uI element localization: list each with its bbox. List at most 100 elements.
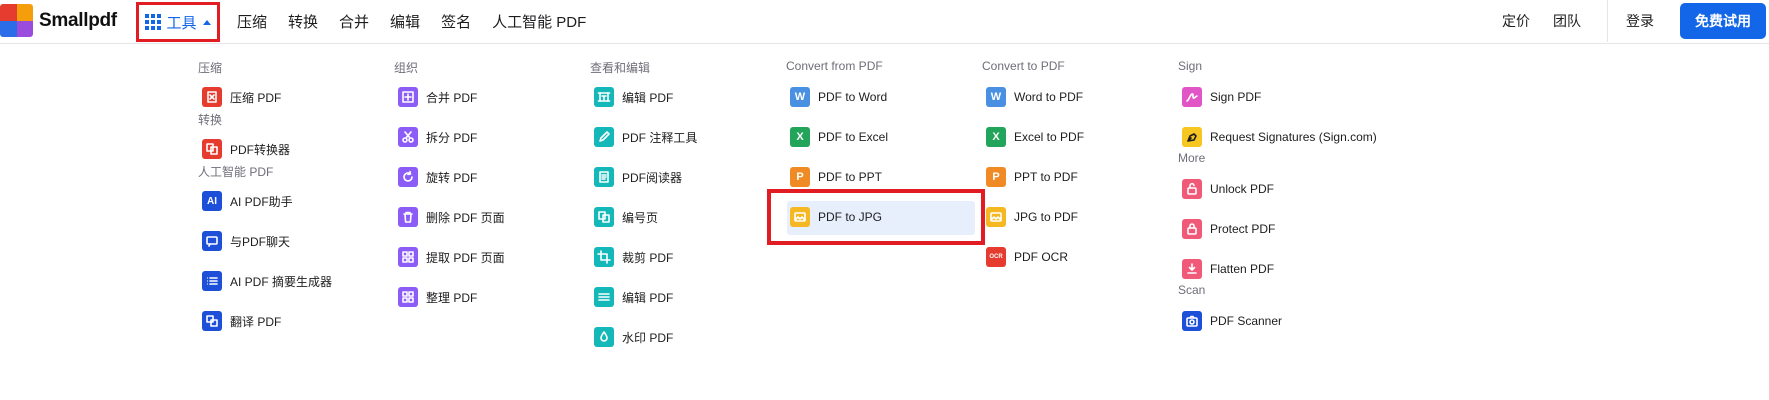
menu-item-label: 提取 PDF 页面 xyxy=(426,250,505,265)
flatten-icon xyxy=(1182,259,1202,279)
menu-item-sign-pdf[interactable]: Sign PDF xyxy=(1176,81,1261,113)
menu-item-pdf-scanner[interactable]: PDF Scanner xyxy=(1176,305,1282,337)
menu-item-excel-to-pdf[interactable]: X Excel to PDF xyxy=(980,121,1084,153)
menu-item-ai-pdf[interactable]: AI AI PDF助手 xyxy=(196,185,293,217)
excel-icon: X xyxy=(790,127,810,147)
menu-item-pdf-to-word[interactable]: W PDF to Word xyxy=(784,81,887,113)
section-title: 组织 xyxy=(394,61,419,75)
pen-nib-icon xyxy=(1182,127,1202,147)
menu-item-jpg-to-pdf[interactable]: JPG to PDF xyxy=(980,201,1078,233)
crop-icon xyxy=(594,247,614,267)
menu-item-label: PPT to PDF xyxy=(1014,170,1078,184)
menu-item-pdf-ocr[interactable]: OCR PDF OCR xyxy=(980,241,1068,273)
menu-item-label: PDF to JPG xyxy=(818,210,883,224)
menu-item-label: JPG to PDF xyxy=(1014,210,1079,224)
reader-icon xyxy=(594,167,614,187)
menu-item-pdf[interactable]: 删除 PDF 页面 xyxy=(392,201,505,233)
nav-ai-pdf[interactable]: 人工智能 PDF xyxy=(492,11,586,32)
nav-convert[interactable]: 转换 xyxy=(288,11,318,32)
signature-icon xyxy=(1182,87,1202,107)
menu-item-pdf[interactable]: 压缩 PDF xyxy=(196,81,281,113)
form-icon xyxy=(594,287,614,307)
excel-icon: X xyxy=(986,127,1006,147)
menu-item-word-to-pdf[interactable]: W Word to PDF xyxy=(980,81,1083,113)
menu-item-label: 旋转 PDF xyxy=(426,170,478,185)
menu-item-pdf[interactable]: 裁剪 PDF xyxy=(588,241,673,273)
ai-icon: AI xyxy=(202,191,222,211)
section-title: Convert from PDF xyxy=(786,59,883,73)
menu-item-pdf-to-ppt[interactable]: P PDF to PPT xyxy=(784,161,882,193)
menu-item-label: PDF to PPT xyxy=(818,170,883,184)
menu-item-pdf-to-excel[interactable]: X PDF to Excel xyxy=(784,121,888,153)
section-title: More xyxy=(1178,151,1206,165)
menu-item-label: 裁剪 PDF xyxy=(622,250,674,265)
menu-item-pdf[interactable]: 旋转 PDF xyxy=(392,161,477,193)
pen-icon xyxy=(594,127,614,147)
team-link[interactable]: 团队 xyxy=(1553,11,1581,31)
menu-item-label: 压缩 PDF xyxy=(230,90,282,105)
menu-item-pdf[interactable]: 合并 PDF xyxy=(392,81,477,113)
organize-icon xyxy=(398,287,418,307)
menu-item-label: Request Signatures (Sign.com) xyxy=(1210,130,1377,144)
menu-item-request-signatures-sign-com[interactable]: Request Signatures (Sign.com) xyxy=(1176,121,1377,153)
menu-item-pdf[interactable]: 编辑 PDF xyxy=(588,81,673,113)
translate-icon xyxy=(202,311,222,331)
menu-item-pdf[interactable]: 提取 PDF 页面 xyxy=(392,241,505,273)
converter-icon xyxy=(202,139,222,159)
menu-item-flatten-pdf[interactable]: Flatten PDF xyxy=(1176,253,1274,285)
top-navigation-bar: Smallpdf 工具 压缩 转换 合并 编辑 签名 人工智能 PDF 定价 团… xyxy=(0,0,1769,44)
unlock-icon xyxy=(1182,179,1202,199)
nav-sign[interactable]: 签名 xyxy=(441,11,471,32)
menu-item-label: 与PDF聊天 xyxy=(230,234,291,249)
edit-frame-icon xyxy=(594,87,614,107)
menu-item-label: 合并 PDF xyxy=(426,90,478,105)
nav-divider xyxy=(1607,0,1608,42)
merge-icon xyxy=(398,87,418,107)
ppt-icon: P xyxy=(986,167,1006,187)
image-icon xyxy=(790,207,810,227)
section-title: 转换 xyxy=(198,113,223,127)
free-trial-button[interactable]: 免费试用 xyxy=(1680,3,1766,39)
menu-item-pdf[interactable]: PDF阅读器 xyxy=(588,161,682,193)
menu-item-pdf[interactable]: 编辑 PDF xyxy=(588,281,673,313)
menu-item-label: Sign PDF xyxy=(1210,90,1262,104)
grid-icon xyxy=(145,14,162,30)
menu-item-pdf[interactable]: PDF转换器 xyxy=(196,133,290,165)
smallpdf-logo[interactable]: Smallpdf xyxy=(0,4,117,37)
menu-item-label: Word to PDF xyxy=(1014,90,1084,104)
menu-item-protect-pdf[interactable]: Protect PDF xyxy=(1176,213,1275,245)
compress-icon xyxy=(202,87,222,107)
nav-merge[interactable]: 合并 xyxy=(339,11,369,32)
rotate-icon xyxy=(398,167,418,187)
menu-item-pdf[interactable]: PDF 注释工具 xyxy=(588,121,697,153)
menu-item-[interactable]: 编号页 xyxy=(588,201,658,233)
account-nav: 定价 团队 登录 免费试用 xyxy=(1502,0,1769,42)
number-pages-icon xyxy=(594,207,614,227)
menu-item-pdf[interactable]: 整理 PDF xyxy=(392,281,477,313)
tools-menu-button[interactable]: 工具 xyxy=(136,2,220,42)
menu-item-label: PDF 注释工具 xyxy=(622,130,698,145)
menu-item-pdf[interactable]: 水印 PDF xyxy=(588,321,673,353)
menu-item-label: Excel to PDF xyxy=(1014,130,1085,144)
menu-item-label: Unlock PDF xyxy=(1210,182,1275,196)
menu-item-pdf[interactable]: 与PDF聊天 xyxy=(196,225,290,257)
menu-item-ai-pdf[interactable]: AI PDF 摘要生成器 xyxy=(196,265,332,297)
login-link[interactable]: 登录 xyxy=(1626,11,1654,31)
nav-edit[interactable]: 编辑 xyxy=(390,11,420,32)
menu-item-pdf-to-jpg[interactable]: PDF to JPG xyxy=(784,201,882,233)
menu-item-label: AI PDF助手 xyxy=(230,194,293,209)
tools-label: 工具 xyxy=(166,14,197,32)
menu-item-unlock-pdf[interactable]: Unlock PDF xyxy=(1176,173,1274,205)
nav-compress[interactable]: 压缩 xyxy=(237,11,267,32)
menu-item-pdf[interactable]: 拆分 PDF xyxy=(392,121,477,153)
menu-item-ppt-to-pdf[interactable]: P PPT to PDF xyxy=(980,161,1078,193)
section-title: Convert to PDF xyxy=(982,59,1065,73)
menu-item-label: PDF OCR xyxy=(1014,250,1068,264)
menu-item-pdf[interactable]: 翻译 PDF xyxy=(196,305,281,337)
ppt-icon: P xyxy=(790,167,810,187)
menu-item-label: 整理 PDF xyxy=(426,290,478,305)
section-title: Sign xyxy=(1178,59,1203,73)
camera-icon xyxy=(1182,311,1202,331)
pricing-link[interactable]: 定价 xyxy=(1502,11,1530,31)
scissors-icon xyxy=(398,127,418,147)
